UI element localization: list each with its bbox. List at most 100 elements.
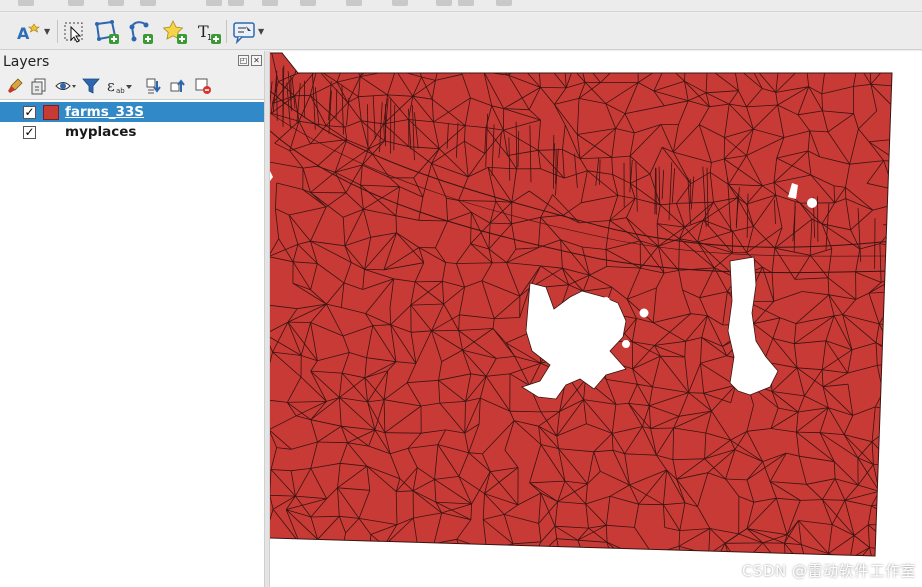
parcel-edge xyxy=(617,54,639,66)
svg-text:ε: ε xyxy=(107,77,115,95)
parcel-edge xyxy=(893,327,903,351)
select-features-button[interactable] xyxy=(62,18,86,45)
layer-label: myplaces xyxy=(65,124,137,140)
parcel-edge xyxy=(430,543,435,556)
parcel-edge xyxy=(384,432,422,434)
layer-tree: ✓ farms_33S ✓ myplaces xyxy=(0,99,264,587)
parcel-edge xyxy=(494,561,508,567)
parcel-edge xyxy=(893,481,897,501)
parcel-edge xyxy=(708,554,713,556)
add-point-icon xyxy=(162,19,187,44)
layer-visibility-checkbox[interactable]: ✓ xyxy=(23,125,36,139)
parcel-edge xyxy=(383,545,395,556)
place-point xyxy=(622,340,630,348)
farms-map xyxy=(270,52,909,571)
parcel-edge xyxy=(899,292,903,328)
parcel-edge xyxy=(878,465,892,492)
place-point xyxy=(603,323,613,333)
identify-button[interactable]: ▼ xyxy=(232,18,264,45)
parcel-edge xyxy=(612,554,635,556)
layer-item-myplaces[interactable]: ✓ myplaces xyxy=(0,122,264,142)
float-panel-button[interactable]: ◰ xyxy=(238,55,249,66)
qgis-window: A ▼ T 1 ▼ Layers ◰ ✕ ε ab ✓ farms_33S ✓ … xyxy=(0,0,922,587)
parcel-edge xyxy=(652,554,664,556)
parcel-edge xyxy=(416,53,444,63)
parcel-edge xyxy=(538,53,565,60)
parcel-edge xyxy=(893,205,897,225)
parcel-edge xyxy=(634,554,640,556)
close-panel-button[interactable]: ✕ xyxy=(251,55,262,66)
parcel-edge xyxy=(905,87,906,119)
parcel-edge xyxy=(458,54,481,59)
map-canvas[interactable]: CSDN @雷动软件工作室 xyxy=(270,51,922,587)
layer-item-farms[interactable]: ✓ farms_33S xyxy=(0,102,264,122)
parcel-edge xyxy=(417,543,435,550)
expression-icon: ε ab xyxy=(107,77,132,95)
parcel-edge xyxy=(517,53,539,63)
parcel-edge xyxy=(900,524,905,552)
collapse-all-button[interactable] xyxy=(169,76,187,96)
parcel-edge xyxy=(442,53,459,55)
parcel-edge xyxy=(409,543,435,556)
parcel-edge xyxy=(310,539,318,556)
visibility-button[interactable] xyxy=(55,76,77,96)
parcel-edge xyxy=(540,87,567,89)
parcel-edge xyxy=(367,104,369,148)
vertex-tool-icon xyxy=(129,20,153,44)
parcel-edge xyxy=(878,480,892,492)
parcel-edge xyxy=(707,64,735,68)
layer-visibility-checkbox[interactable]: ✓ xyxy=(23,105,36,119)
place-point xyxy=(807,198,817,208)
svg-text:ab: ab xyxy=(116,87,125,95)
place-point xyxy=(596,314,606,324)
add-group-icon xyxy=(31,78,46,95)
parcel-edge xyxy=(897,501,905,525)
parcel-edge xyxy=(299,542,312,556)
secondary-toolbar-clipped xyxy=(0,0,922,12)
polygon-symbol-icon xyxy=(43,104,59,120)
parcel-edge xyxy=(899,414,909,438)
add-point-button[interactable] xyxy=(162,18,188,45)
filter-icon xyxy=(82,78,100,94)
parcel-edge xyxy=(508,561,530,564)
filter-legend-button[interactable] xyxy=(82,76,100,96)
place-point xyxy=(587,332,597,342)
parcel-edge xyxy=(417,548,432,556)
parcel-edge xyxy=(882,391,892,395)
parcel-edge xyxy=(663,566,683,569)
remove-layer-button[interactable] xyxy=(194,76,212,96)
parcel-edge xyxy=(275,564,299,565)
label-tool-button[interactable]: A ▼ xyxy=(16,18,50,45)
svg-text:A: A xyxy=(17,24,30,43)
add-polygon-button[interactable] xyxy=(94,18,120,45)
select-features-icon xyxy=(64,22,83,43)
parcel-edge xyxy=(652,553,683,556)
parcel-edge xyxy=(899,276,900,292)
parcel-edge xyxy=(390,53,417,63)
expand-all-button[interactable] xyxy=(145,76,163,96)
parcel-edge xyxy=(480,57,485,72)
place-point xyxy=(586,309,596,319)
text-annotation-button[interactable]: T 1 xyxy=(196,18,222,45)
parcel-edge xyxy=(894,438,899,466)
parcel-edge xyxy=(530,564,563,571)
parcel-edge xyxy=(299,538,318,544)
parcel-edge xyxy=(390,53,397,70)
parcel-edge xyxy=(733,57,747,66)
add-group-button[interactable] xyxy=(30,76,48,96)
parcel-edge xyxy=(869,58,892,62)
parcel-edge xyxy=(465,563,494,567)
parcel-edge xyxy=(366,60,396,71)
place-point xyxy=(639,308,649,318)
parcel-edge xyxy=(882,391,892,415)
label-tool-icon: A xyxy=(17,22,40,43)
parcel-edge xyxy=(508,53,539,76)
vertex-tool-button[interactable] xyxy=(128,18,154,45)
style-manager-button[interactable] xyxy=(6,76,24,96)
parcel-edge xyxy=(897,225,905,249)
main-toolbar: A ▼ T 1 ▼ xyxy=(0,13,922,50)
parcel-edge xyxy=(409,549,419,556)
add-polygon-icon xyxy=(95,19,119,44)
filter-expression-button[interactable]: ε ab xyxy=(106,76,134,96)
parcel-edge xyxy=(486,549,495,556)
